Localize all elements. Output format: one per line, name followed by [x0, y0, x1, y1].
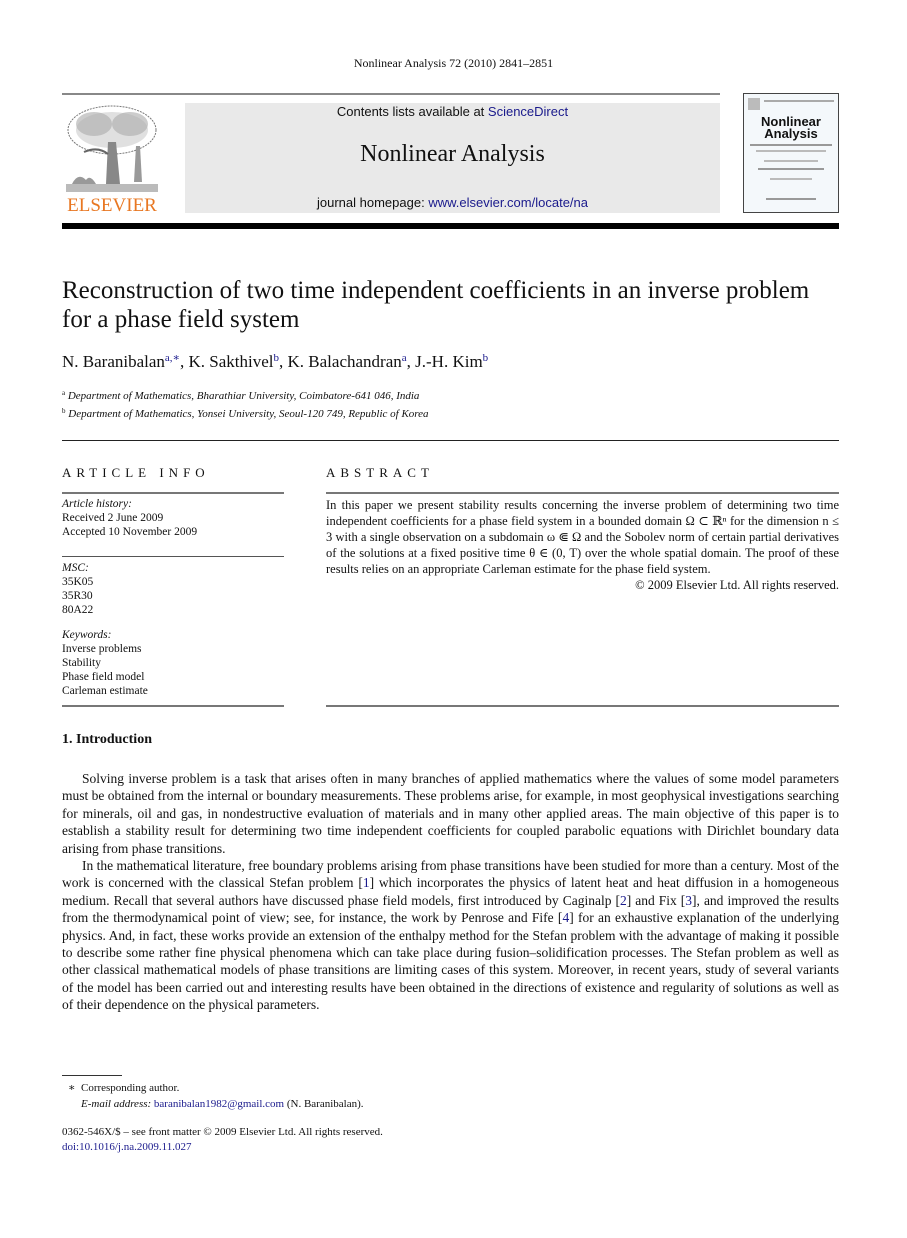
affiliation: b Department of Mathematics, Yonsei Univ… — [62, 407, 429, 420]
msc-code: 80A22 — [62, 604, 94, 616]
footnote-corresponding: ∗ Corresponding author. — [68, 1081, 179, 1096]
affiliation-mark: a — [62, 389, 66, 397]
cover-title-line2: Analysis — [764, 126, 818, 141]
keywords: Keywords: Inverse problems Stability Pha… — [62, 628, 284, 698]
keyword: Phase field model — [62, 671, 145, 683]
affiliation: a Department of Mathematics, Bharathiar … — [62, 389, 419, 402]
footnote-star: ∗ — [68, 1082, 76, 1094]
msc-code: 35K05 — [62, 576, 94, 588]
author-name: N. Baranibalan — [62, 352, 165, 371]
author-affiliation-mark[interactable]: a — [402, 352, 407, 364]
elsevier-wordmark: ELSEVIER — [67, 195, 157, 216]
header-thick-rule — [62, 223, 839, 229]
citation-link[interactable]: 1 — [363, 875, 370, 890]
author-name: J.-H. Kim — [415, 352, 483, 371]
abstract-heading: ABSTRACT — [326, 465, 434, 480]
paragraph: In the mathematical literature, free bou… — [62, 857, 839, 1014]
front-matter: 0362-546X/$ – see front matter © 2009 El… — [62, 1126, 383, 1138]
homepage-link[interactable]: www.elsevier.com/locate/na — [428, 195, 588, 210]
msc-label: MSC: — [62, 562, 89, 574]
author-affiliation-mark[interactable]: b — [274, 352, 280, 364]
article-info-rule — [62, 556, 284, 557]
cover-logo-icon — [748, 98, 760, 110]
keyword: Inverse problems — [62, 643, 142, 655]
abstract-copyright: © 2009 Elsevier Ltd. All rights reserved… — [635, 578, 839, 592]
keyword: Stability — [62, 657, 101, 669]
cover-text-line — [758, 168, 824, 170]
header-top-rule — [62, 93, 720, 95]
affiliation-text: Department of Mathematics, Yonsei Univer… — [68, 408, 429, 420]
citation-link[interactable]: 2 — [620, 893, 627, 908]
homepage-prefix: journal homepage: — [317, 195, 429, 210]
abstract-rule — [326, 492, 839, 494]
affiliation-text: Department of Mathematics, Bharathiar Un… — [67, 390, 420, 402]
cover-text-line — [756, 150, 826, 152]
homepage-line: journal homepage: www.elsevier.com/locat… — [185, 195, 720, 210]
introduction-heading: 1. Introduction — [62, 732, 152, 747]
keyword: Carleman estimate — [62, 685, 148, 697]
journal-cover[interactable]: Nonlinear Analysis — [743, 93, 839, 213]
msc-code: 35R30 — [62, 590, 93, 602]
contents-line: Contents lists available at ScienceDirec… — [185, 104, 720, 119]
accepted-date: Accepted 10 November 2009 — [62, 526, 198, 538]
paragraph-text: ] and Fix [ — [626, 892, 686, 908]
article-info-bottom-rule — [62, 705, 284, 707]
article-history: Article history: Received 2 June 2009 Ac… — [62, 497, 284, 539]
introduction-body: Solving inverse problem is a task that a… — [62, 770, 839, 1014]
article-info-rule — [62, 492, 284, 494]
author-affiliation-mark[interactable]: a,∗ — [165, 352, 180, 364]
cover-text-line — [766, 198, 816, 200]
elsevier-tree-icon — [66, 105, 158, 192]
journal-name: Nonlinear Analysis — [360, 141, 545, 167]
contents-prefix: Contents lists available at — [336, 104, 488, 119]
cover-text-line — [770, 178, 812, 180]
footnote-email: E-mail address: baranibalan1982@gmail.co… — [81, 1097, 364, 1112]
cover-header-bar — [764, 100, 834, 102]
author-list: N. Baranibalana,∗, K. Sakthivelb, K. Bal… — [62, 352, 489, 371]
abstract-text: In this paper we present stability resul… — [326, 498, 839, 576]
email-link[interactable]: baranibalan1982@gmail.com — [154, 1098, 284, 1110]
paragraph: Solving inverse problem is a task that a… — [62, 771, 839, 856]
cover-title: Nonlinear Analysis — [744, 115, 838, 141]
received-date: Received 2 June 2009 — [62, 512, 164, 524]
abstract-bottom-rule — [326, 705, 839, 707]
article-info-heading: ARTICLE INFO — [62, 465, 210, 480]
author-affiliation-mark[interactable]: b — [483, 352, 489, 364]
msc-codes: MSC: 35K05 35R30 80A22 — [62, 561, 284, 617]
section-divider — [62, 440, 839, 441]
footnote-rule — [62, 1075, 122, 1076]
history-label: Article history: — [62, 498, 132, 510]
cover-text-line — [750, 144, 832, 146]
paragraph-text: ] for an exhaustive explanation of the u… — [62, 910, 839, 1013]
email-label: E-mail address: — [81, 1098, 152, 1110]
author-name: K. Sakthivel — [188, 352, 274, 371]
author-name: K. Balachandran — [287, 352, 402, 371]
email-owner: (N. Baranibalan). — [284, 1098, 364, 1110]
journal-reference: Nonlinear Analysis 72 (2010) 2841–2851 — [353, 56, 554, 70]
cover-text-line — [764, 160, 818, 162]
sciencedirect-link[interactable]: ScienceDirect — [488, 104, 568, 119]
doi-link[interactable]: doi:10.1016/j.na.2009.11.027 — [62, 1140, 191, 1155]
article-title: Reconstruction of two time independent c… — [62, 277, 810, 333]
abstract: In this paper we present stability resul… — [326, 497, 839, 593]
keywords-label: Keywords: — [62, 629, 112, 641]
elsevier-logo[interactable]: ELSEVIER — [62, 100, 162, 216]
corresponding-author-note: Corresponding author. — [80, 1082, 180, 1094]
journal-banner: Contents lists available at ScienceDirec… — [185, 103, 720, 213]
affiliation-mark: b — [62, 407, 66, 415]
